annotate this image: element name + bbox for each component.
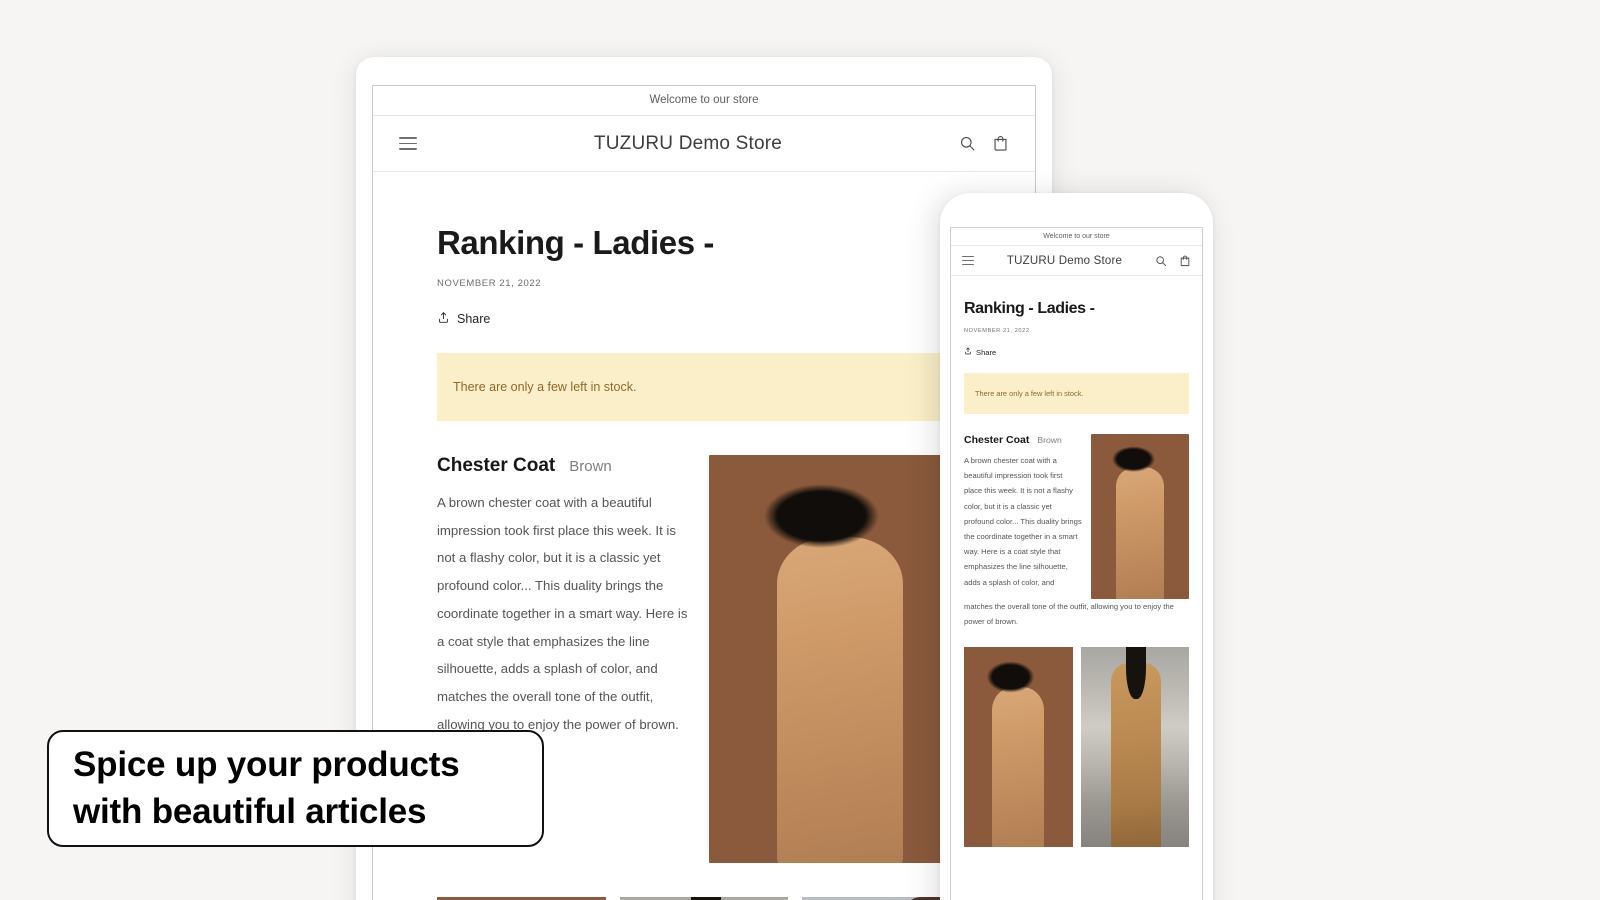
product-description-continued: matches the overall tone of the outfit, … <box>964 602 1174 627</box>
hamburger-bar <box>962 255 974 258</box>
share-label: Share <box>457 311 491 326</box>
shopping-bag-icon[interactable] <box>992 135 1009 152</box>
phone-device-frame: Welcome to our store TUZURU Demo Store R… <box>940 193 1213 900</box>
product-heading: Chester Coat Brown <box>437 455 693 477</box>
store-title: TUZURU Demo Store <box>593 132 783 154</box>
product-thumbnail-gallery <box>964 647 1189 848</box>
thumbnail-image[interactable] <box>1080 647 1189 848</box>
product-color: Brown <box>569 457 612 475</box>
product-description: A brown chester coat with a beautiful im… <box>437 494 688 732</box>
product-name: Chester Coat <box>964 434 1030 446</box>
article-date: NOVEMBER 21, 2022 <box>964 328 1030 334</box>
share-label: Share <box>976 347 997 357</box>
store-header: TUZURU Demo Store <box>951 246 1202 276</box>
hamburger-bar <box>399 148 417 150</box>
share-button[interactable]: Share <box>964 347 1189 357</box>
search-icon[interactable] <box>959 135 976 152</box>
store-header: TUZURU Demo Store <box>373 116 1035 172</box>
screenshot-stage: Welcome to our store TUZURU Demo Store R… <box>0 0 1600 900</box>
stock-alert-text: There are only a few left in stock. <box>453 379 637 394</box>
hamburger-bar <box>962 263 974 266</box>
share-button[interactable]: Share <box>437 311 971 327</box>
product-hero-image[interactable] <box>709 454 971 863</box>
callout-text: Spice up your products with beautiful ar… <box>73 742 460 835</box>
status-badge: There are only a few left in stock. <box>964 373 1189 414</box>
share-upload-icon <box>964 347 972 357</box>
product-description: A brown chester coat with a beautiful im… <box>964 456 1082 587</box>
announcement-bar: Welcome to our store <box>951 228 1202 246</box>
hamburger-menu-icon[interactable] <box>399 137 417 150</box>
hamburger-bar <box>399 137 417 139</box>
hamburger-menu-icon[interactable] <box>962 255 974 266</box>
thumbnail-image[interactable] <box>964 647 1073 848</box>
page-title: Ranking - Ladies - <box>437 224 715 261</box>
status-badge: There are only a few left in stock. <box>437 352 971 421</box>
product-text-column: Chester Coat Brown A brown chester coat … <box>964 434 1082 590</box>
callout-line-2: with beautiful articles <box>73 791 427 831</box>
product-color: Brown <box>1037 435 1062 445</box>
article-body: Ranking - Ladies - NOVEMBER 21, 2022 Sha… <box>951 276 1202 848</box>
hamburger-bar <box>399 142 417 145</box>
search-icon[interactable] <box>1155 255 1167 267</box>
header-actions <box>1155 255 1191 267</box>
shopping-bag-icon[interactable] <box>1179 255 1191 267</box>
hamburger-bar <box>962 259 974 262</box>
phone-viewport: Welcome to our store TUZURU Demo Store R… <box>950 227 1203 900</box>
product-hero-image[interactable] <box>1091 434 1189 599</box>
product-feature: Chester Coat Brown A brown chester coat … <box>964 434 1189 599</box>
article-date: NOVEMBER 21, 2022 <box>437 277 542 289</box>
product-text-column: Chester Coat Brown A brown chester coat … <box>437 455 693 738</box>
product-heading: Chester Coat Brown <box>964 434 1082 446</box>
announcement-bar: Welcome to our store <box>373 86 1035 116</box>
callout-caption: Spice up your products with beautiful ar… <box>47 730 544 847</box>
stock-alert-text: There are only a few left in stock. <box>975 389 1084 398</box>
page-title: Ranking - Ladies - <box>964 300 1095 317</box>
store-title: TUZURU Demo Store <box>1006 254 1123 267</box>
callout-line-1: Spice up your products <box>73 744 460 784</box>
share-upload-icon <box>437 311 450 327</box>
header-actions <box>959 135 1009 152</box>
product-name: Chester Coat <box>437 454 556 476</box>
